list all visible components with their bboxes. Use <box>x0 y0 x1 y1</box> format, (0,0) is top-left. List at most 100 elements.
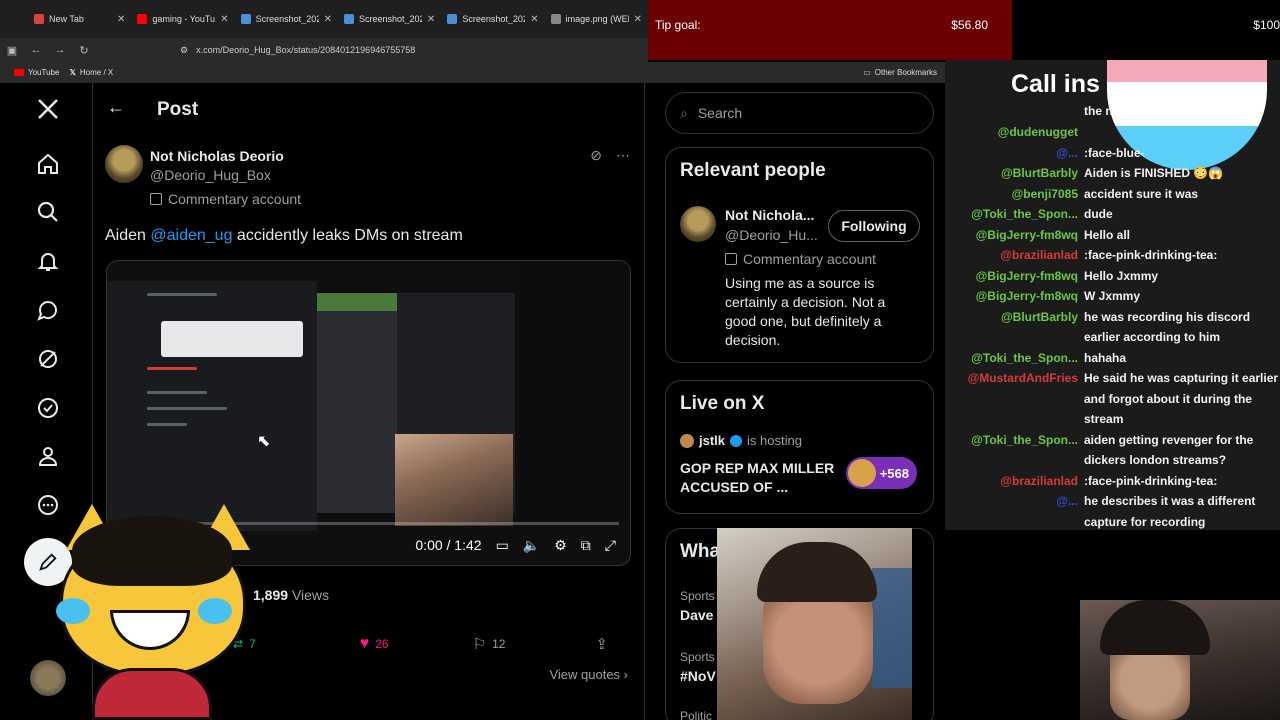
trend-name[interactable]: Dave <box>680 607 713 623</box>
cat-body <box>92 668 212 720</box>
photo-background-sign <box>872 568 912 688</box>
bookmark-youtube[interactable]: YouTube <box>14 68 59 77</box>
explore-icon[interactable] <box>34 198 62 226</box>
like-button[interactable]: ♥ 26 <box>360 635 389 653</box>
verified-icon[interactable] <box>34 394 62 422</box>
forward-icon[interactable]: → <box>48 44 72 56</box>
live-title: Live on X <box>680 393 765 414</box>
commentary-icon <box>725 253 737 265</box>
host-avatar <box>680 433 694 448</box>
address-bar[interactable]: ⚙ x.com/Deorio_Hug_Box/status/2084012196… <box>180 41 640 59</box>
chat-message-text: Hello Jxmmy <box>1084 268 1159 283</box>
tab-close-icon[interactable]: ✕ <box>634 14 642 25</box>
bookmarks-bar: YouTube 𝕏 Home / X ▭ Other Bookmarks <box>0 62 945 83</box>
chat-message-text: aiden getting revenger for the <box>1084 432 1254 447</box>
more-options-icon[interactable]: ⋯ <box>616 147 630 164</box>
view-quotes-link[interactable]: View quotes › <box>549 667 628 682</box>
mention-link[interactable]: @aiden_ug <box>150 227 232 244</box>
chat-username[interactable]: @Toki_the_Spon... <box>971 349 1078 368</box>
author-name[interactable]: Not Nicholas Deorio <box>150 148 284 164</box>
tab-close-icon[interactable]: ✕ <box>117 14 125 25</box>
photo-hair <box>757 542 877 602</box>
video-text-line <box>147 407 227 410</box>
chat-username[interactable]: @... <box>1056 144 1078 163</box>
chat-message-text: W Jxmmy <box>1084 289 1141 303</box>
fullscreen-icon[interactable]: ⤢ <box>605 537 616 554</box>
trend-category: Politic <box>680 709 713 720</box>
chat-username[interactable]: @Toki_the_Spon... <box>971 205 1078 224</box>
browser-tab[interactable]: Screenshot_20260801- ✕ <box>338 0 441 38</box>
post-top-actions: ⊘ ⋯ <box>590 147 630 164</box>
tab-title: Screenshot_20260801- <box>462 14 525 24</box>
chat-username[interactable]: @MustardAndFries <box>968 369 1078 388</box>
chat-username[interactable]: @BigJerry-fm8wq <box>976 287 1078 306</box>
browser-tab[interactable]: New Tab ✕ <box>28 0 131 38</box>
relevant-person-name[interactable]: Not Nichola... <box>725 207 814 223</box>
tear-icon <box>198 598 232 624</box>
browser-tab[interactable]: Screenshot_20260801- ✕ <box>441 0 544 38</box>
live-on-x-panel[interactable]: Live on X jstlk is hosting GOP REP MAX M… <box>665 380 934 514</box>
tab-favicon-icon <box>34 14 44 24</box>
browser-tab[interactable]: image.png (WEBP Ima ✕ <box>545 0 648 38</box>
bookmark-x-home[interactable]: 𝕏 Home / X <box>69 68 113 77</box>
chat-message-text: :face-pink-drinking-tea: <box>1084 248 1218 262</box>
chat-message-text: he describes it was a different <box>1084 494 1256 508</box>
bookmark-button[interactable]: ⚐ 12 <box>473 635 506 653</box>
live-headline: GOP REP MAX MILLER ACCUSED OF ... <box>680 460 835 495</box>
back-icon[interactable]: ← <box>24 44 48 56</box>
chat-username[interactable]: @BlurtBarbly <box>1001 308 1078 327</box>
search-input[interactable] <box>697 105 898 121</box>
grok-icon[interactable] <box>34 345 62 373</box>
browser-tab-bar: New Tab✕gaming - YouTube✕ Screenshot_2026… <box>0 0 648 38</box>
video-webcam <box>395 434 513 526</box>
chat-username[interactable]: @dudenugget <box>998 123 1078 142</box>
relevant-people-panel: Relevant people Not Nichola... @Deorio_H… <box>665 147 934 363</box>
site-info-icon[interactable]: ⚙ <box>180 45 188 56</box>
other-bookmarks[interactable]: ▭ Other Bookmarks <box>863 68 937 77</box>
trend-name[interactable]: #NoV <box>680 668 716 684</box>
tab-close-icon[interactable]: ✕ <box>324 14 332 25</box>
search-box[interactable]: ⌕ <box>665 92 934 134</box>
tab-close-icon[interactable]: ✕ <box>530 14 538 25</box>
share-button[interactable]: ⇪ <box>595 635 608 653</box>
reload-icon[interactable]: ↻ <box>72 44 96 57</box>
captions-icon[interactable]: ▭ <box>496 537 509 554</box>
author-handle[interactable]: @Deorio_Hug_Box <box>150 167 271 183</box>
picture-in-picture-icon[interactable]: ⧉ <box>581 537 591 554</box>
relevant-person-bio: Using me as a source is certainly a deci… <box>725 275 886 348</box>
messages-icon[interactable] <box>34 296 62 324</box>
volume-icon[interactable]: 🔈 <box>523 537 540 554</box>
following-button[interactable]: Following <box>828 210 920 242</box>
chat-username[interactable]: @BigJerry-fm8wq <box>976 226 1078 245</box>
browser-tab[interactable]: Screenshot_20260801- ✕ <box>235 0 338 38</box>
cat-mascot-overlay <box>48 500 258 720</box>
chat-message-text: :face-pink-drinking-tea: <box>1084 473 1218 488</box>
settings-icon[interactable]: ⚙ <box>554 537 567 554</box>
notifications-icon[interactable] <box>34 247 62 275</box>
tab-close-icon[interactable]: ✕ <box>220 14 228 25</box>
relevant-person-avatar[interactable] <box>680 206 716 242</box>
home-icon[interactable] <box>34 150 62 178</box>
relevant-person-handle[interactable]: @Deorio_Hu... <box>725 227 818 243</box>
video-text-line <box>147 293 217 296</box>
chat-username[interactable]: @benji7085 <box>1012 185 1078 204</box>
tab-favicon-icon <box>240 14 251 24</box>
chat-username[interactable]: @brazilianlad <box>1000 246 1078 265</box>
chat-message-text: earlier according to him <box>1084 330 1221 344</box>
x-logo-icon[interactable] <box>34 95 62 123</box>
back-arrow-icon[interactable]: ← <box>107 97 125 118</box>
share-icon: ⇪ <box>595 636 608 653</box>
sidebar-toggle-icon[interactable]: ▣ <box>0 44 24 57</box>
chat-username[interactable]: @BigJerry-fm8wq <box>976 267 1078 286</box>
profile-icon[interactable] <box>34 442 62 470</box>
chat-username[interactable]: @BlurtBarbly <box>1001 164 1078 183</box>
tip-goal-target: $100 <box>1012 0 1280 60</box>
stream-chat: Call ins the n @dudenugget @...:face-blue… <box>945 60 1280 530</box>
author-avatar[interactable] <box>105 145 143 183</box>
chat-username[interactable]: @brazilianlad <box>1000 472 1078 491</box>
chat-username[interactable]: @... <box>1056 492 1078 511</box>
chat-username[interactable]: @Toki_the_Spon... <box>971 431 1078 450</box>
tab-close-icon[interactable]: ✕ <box>427 14 435 25</box>
browser-tab[interactable]: gaming - YouTube ✕ <box>131 0 234 38</box>
grok-icon[interactable]: ⊘ <box>590 147 602 164</box>
